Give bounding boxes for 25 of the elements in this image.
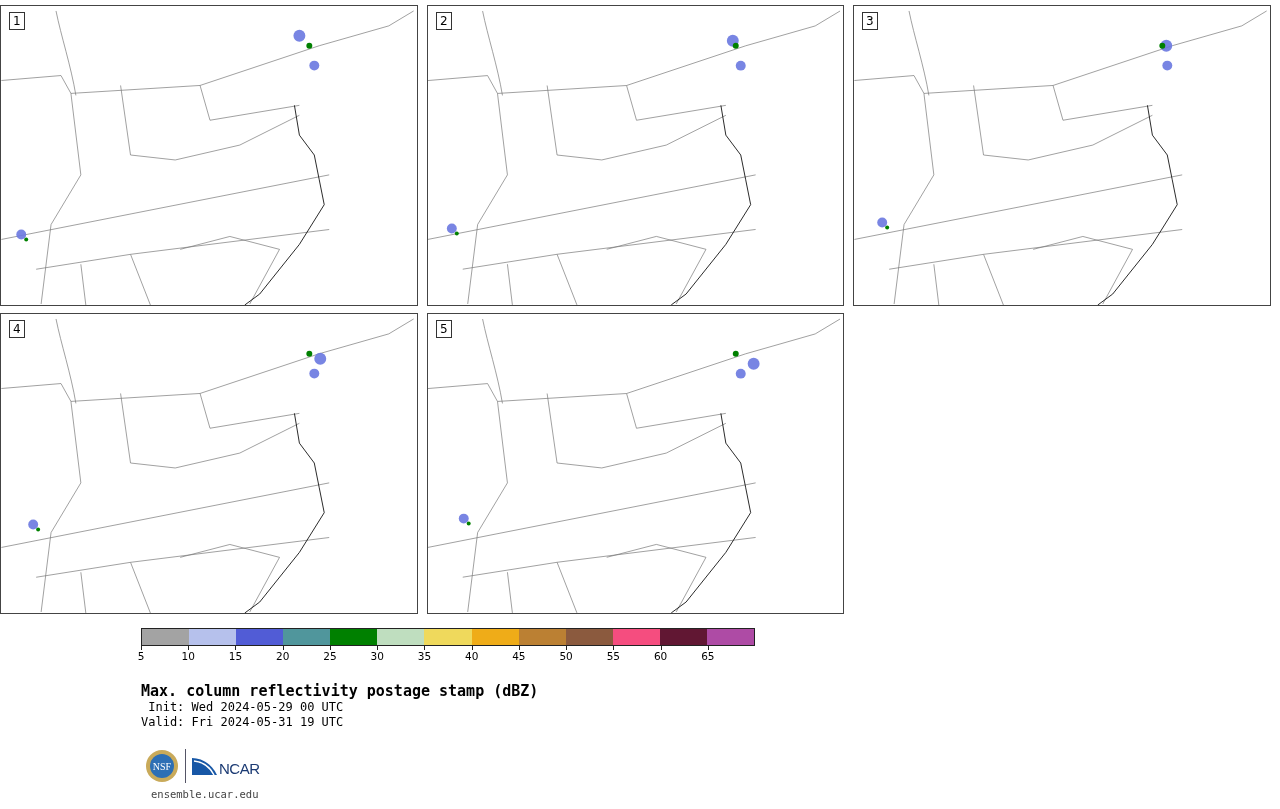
tick-label: 10 (181, 650, 195, 662)
tick-label: 55 (606, 650, 621, 662)
tick-label: 15 (228, 650, 243, 662)
tick-label: 60 (653, 650, 668, 662)
panel-number: 1 (9, 12, 25, 30)
tick-label: 40 (464, 650, 479, 662)
seal-logo: NSF (145, 749, 179, 783)
tick-label: 65 (701, 650, 715, 662)
init-time: Init: Wed 2024-05-29 00 UTC (147, 700, 345, 715)
panel-number: 3 (862, 12, 878, 30)
panel-number: 2 (436, 12, 452, 30)
tick-label: 50 (559, 650, 573, 662)
logo-text: NCAR (219, 761, 260, 776)
website-url: ensemble.ucar.edu (151, 788, 260, 800)
swoosh-logo-icon (192, 756, 218, 776)
tick-label: 25 (323, 650, 337, 662)
panel-number: 4 (9, 320, 25, 338)
tick-label: 35 (417, 650, 432, 662)
chart-title: Max. column reflectivity postage stamp (dBZ) (141, 682, 540, 700)
panel-number: 5 (436, 320, 452, 338)
tick-label: 5 (137, 650, 145, 662)
valid-time: Valid: Fri 2024-05-31 19 UTC (141, 715, 345, 730)
tick-label: 30 (370, 650, 384, 662)
tick-label: 45 (512, 650, 526, 662)
tick-label: 20 (276, 650, 290, 662)
